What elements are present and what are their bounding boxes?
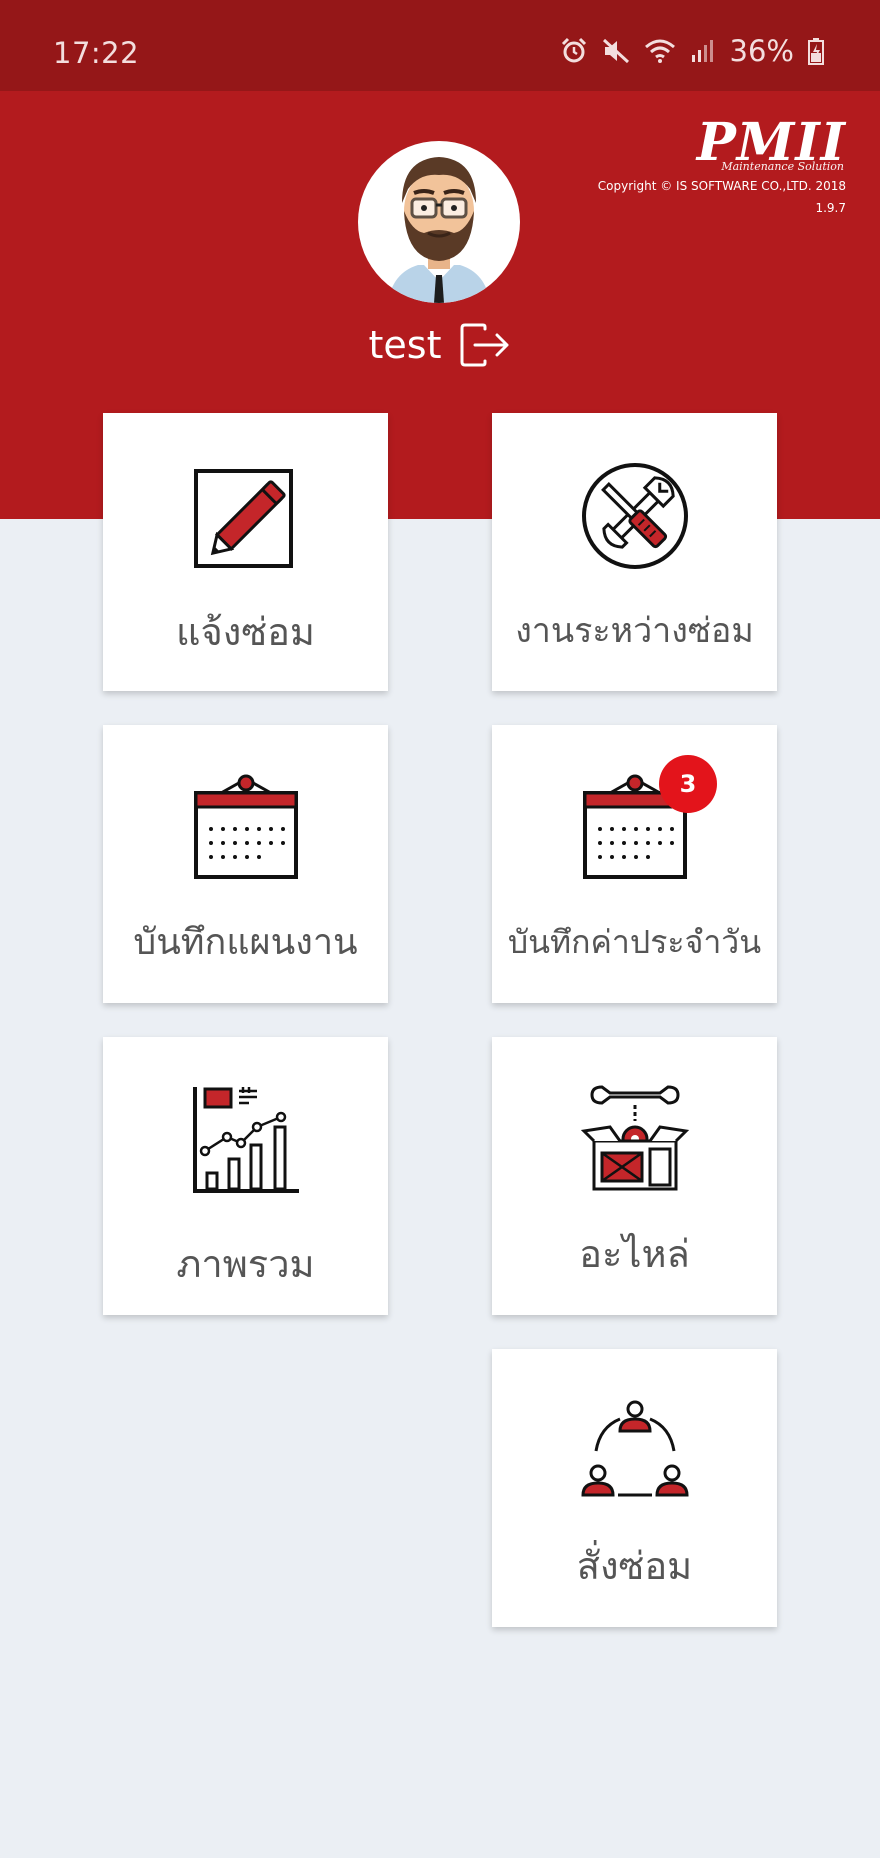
status-bar: 17:22 36% bbox=[0, 0, 880, 91]
chart-icon bbox=[192, 1087, 299, 1193]
tile-label: งานระหว่างซ่อม bbox=[515, 611, 754, 651]
tile-plan-record[interactable]: บันทึกแผนงาน bbox=[103, 725, 388, 1003]
battery-icon bbox=[808, 38, 824, 65]
tile-label: ภาพรวม bbox=[176, 1242, 315, 1286]
tile-report-repair[interactable]: แจ้งซ่อม bbox=[103, 413, 388, 691]
team-icon bbox=[580, 1400, 689, 1497]
tile-overview[interactable]: ภาพรวม bbox=[103, 1037, 388, 1315]
tile-label: บันทึกแผนงาน bbox=[133, 922, 358, 963]
tile-daily-record[interactable]: 3 บันทึกค่าประจำวัน bbox=[492, 725, 777, 1003]
brand-tagline: Maintenance Solution bbox=[721, 160, 844, 173]
tile-spare-parts[interactable]: อะไหล่ bbox=[492, 1037, 777, 1315]
avatar-image bbox=[388, 157, 490, 303]
parts-box-icon bbox=[580, 1085, 689, 1191]
alarm-icon bbox=[561, 37, 586, 63]
copyright-text: Copyright © IS SOFTWARE CO.,LTD. 2018 bbox=[597, 179, 846, 193]
tile-label: บันทึกค่าประจำวัน bbox=[507, 923, 762, 961]
battery-percent: 36% bbox=[729, 34, 794, 68]
wifi-icon bbox=[644, 39, 675, 63]
status-icons: 36% bbox=[560, 34, 824, 68]
brand-block: PMII Maintenance Solution Copyright © IS… bbox=[597, 117, 846, 216]
tile-label: สั่งซ่อม bbox=[576, 1544, 693, 1588]
tools-icon bbox=[581, 463, 688, 569]
tile-label: แจ้งซ่อม bbox=[176, 610, 315, 654]
app-version: 1.9.7 bbox=[815, 201, 846, 215]
logout-icon[interactable] bbox=[459, 323, 511, 367]
username: test bbox=[368, 323, 442, 367]
mute-icon bbox=[602, 38, 629, 64]
tile-work-in-progress[interactable]: งานระหว่างซ่อม bbox=[492, 413, 777, 691]
user-row: test bbox=[0, 323, 880, 367]
signal-icon bbox=[691, 40, 713, 62]
calendar-icon bbox=[193, 774, 298, 879]
notification-badge: 3 bbox=[659, 755, 717, 813]
tile-label: อะไหล่ bbox=[579, 1232, 690, 1276]
pencil-icon bbox=[193, 469, 293, 568]
tile-order-repair[interactable]: สั่งซ่อม bbox=[492, 1349, 777, 1627]
status-time: 17:22 bbox=[53, 36, 140, 70]
avatar[interactable] bbox=[358, 141, 520, 303]
